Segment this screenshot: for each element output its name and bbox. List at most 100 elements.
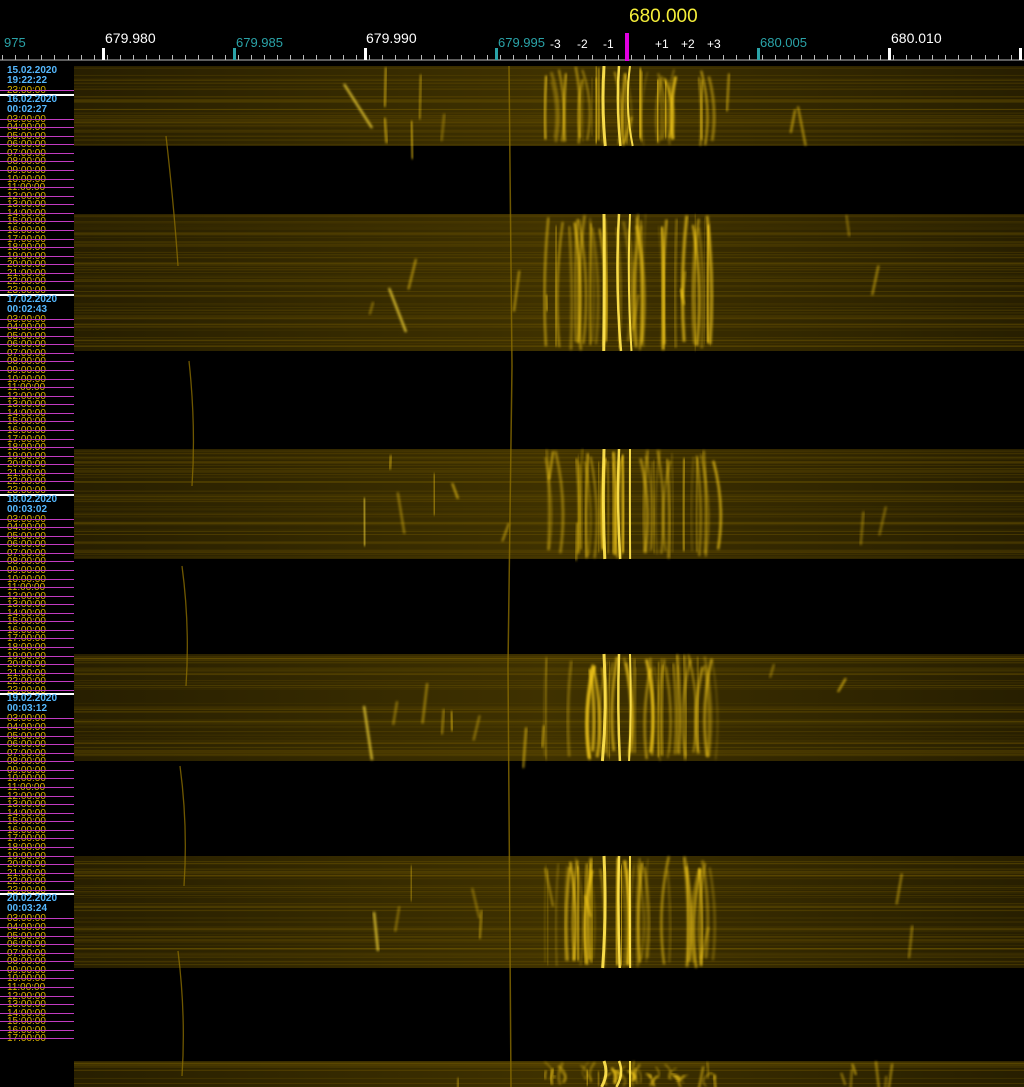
noise-line xyxy=(74,711,1024,713)
major-tick xyxy=(888,48,891,60)
noise-line xyxy=(74,326,1024,328)
noise-line xyxy=(74,928,1024,930)
noise-line xyxy=(74,892,1024,894)
noise-line xyxy=(74,293,1024,295)
hour-gridline xyxy=(0,455,74,457)
hour-gridline xyxy=(0,229,74,231)
hour-gridline xyxy=(0,135,74,137)
noise-line xyxy=(74,143,1024,145)
hour-gridline xyxy=(0,864,74,866)
drifting-signal xyxy=(450,711,453,732)
hour-gridline xyxy=(0,578,74,580)
noise-line xyxy=(74,1066,1024,1068)
noise-line xyxy=(74,82,1024,84)
noise-line xyxy=(74,656,1024,658)
noise-line xyxy=(74,307,1024,309)
noise-line xyxy=(74,551,1024,553)
hour-gridline xyxy=(0,961,74,963)
hour-gridline xyxy=(0,889,74,891)
hour-gridline xyxy=(0,969,74,971)
offset-label-plus2: +2 xyxy=(681,37,695,51)
noise-line xyxy=(74,296,1024,298)
noise-line xyxy=(74,234,1024,236)
major-tick xyxy=(102,48,105,60)
hour-gridline xyxy=(0,169,74,171)
signal-trace xyxy=(652,460,656,554)
noise-line xyxy=(74,751,1024,753)
noise-line xyxy=(74,468,1024,470)
noise-line xyxy=(74,868,1024,870)
hour-gridline xyxy=(0,489,74,491)
noise-line xyxy=(74,224,1024,226)
freq-label-679995: 679.995 xyxy=(498,35,545,50)
waterfall-display[interactable] xyxy=(74,66,1024,1087)
hour-gridline xyxy=(0,612,74,614)
noise-line xyxy=(74,657,1024,659)
noise-line xyxy=(74,707,1024,709)
noise-line xyxy=(74,131,1024,133)
hour-gridline xyxy=(0,212,74,214)
noise-line xyxy=(74,926,1024,928)
signal-trace xyxy=(597,67,601,141)
noise-line xyxy=(74,741,1024,743)
band-region xyxy=(74,856,1024,968)
noise-line xyxy=(74,88,1024,90)
noise-line xyxy=(74,226,1024,228)
noise-line xyxy=(74,269,1024,271)
noise-line xyxy=(74,121,1024,123)
noise-line xyxy=(74,245,1024,247)
hour-gridline xyxy=(0,655,74,657)
noise-line xyxy=(74,723,1024,725)
noise-line xyxy=(74,688,1024,690)
noise-line xyxy=(74,933,1024,935)
noise-line xyxy=(74,702,1024,704)
hour-gridline xyxy=(0,812,74,814)
noise-line xyxy=(74,921,1024,923)
noise-line xyxy=(74,228,1024,230)
noise-line xyxy=(74,461,1024,463)
freq-label-680010: 680.010 xyxy=(891,30,942,46)
hour-gridline xyxy=(0,361,74,363)
hour-gridline xyxy=(0,255,74,257)
noise-line xyxy=(74,556,1024,558)
offset-label-plus1: +1 xyxy=(655,37,669,51)
waterfall-image xyxy=(74,66,1024,1087)
offset-label-minus3: -3 xyxy=(550,37,561,51)
hour-gridline xyxy=(0,664,74,666)
noise-line xyxy=(74,281,1024,283)
noise-line xyxy=(74,667,1024,669)
hour-gridline xyxy=(0,378,74,380)
hour-gridline xyxy=(0,369,74,371)
hour-gridline xyxy=(0,761,74,763)
noise-line xyxy=(74,233,1024,235)
freq-label-679985: 679.985 xyxy=(236,35,283,50)
noise-line xyxy=(74,960,1024,962)
noise-line xyxy=(74,109,1024,111)
carrier-trace xyxy=(601,448,607,560)
noise-line xyxy=(74,669,1024,671)
noise-line xyxy=(74,345,1024,347)
noise-line xyxy=(74,952,1024,954)
noise-line xyxy=(74,936,1024,938)
hour-gridline xyxy=(0,638,74,640)
noise-line xyxy=(74,287,1024,289)
hour-gridline xyxy=(0,647,74,649)
noise-line xyxy=(74,96,1024,98)
frequency-scale[interactable]: 680.000 975 679.980 679.985 679.990 679.… xyxy=(0,0,1024,67)
hour-gridline xyxy=(0,90,74,91)
hour-gridline xyxy=(0,604,74,606)
noise-line xyxy=(74,731,1024,733)
hour-gridline xyxy=(0,421,74,423)
hour-gridline xyxy=(0,718,74,720)
noise-line xyxy=(74,266,1024,268)
noise-line xyxy=(74,672,1024,674)
noise-line xyxy=(74,929,1024,931)
time-axis[interactable]: 15.02.202019:22:2223:00:0016.02.202000:0… xyxy=(0,66,74,1087)
hour-gridline xyxy=(0,518,74,520)
noise-line xyxy=(74,453,1024,455)
hour-gridline xyxy=(0,918,74,920)
hour-gridline xyxy=(0,481,74,483)
noise-line xyxy=(74,755,1024,757)
noise-line xyxy=(74,754,1024,756)
hour-gridline xyxy=(0,395,74,397)
